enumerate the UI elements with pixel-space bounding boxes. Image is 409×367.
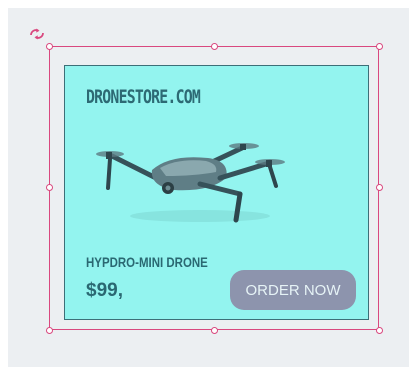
rotate-icon[interactable]: [29, 28, 45, 40]
selection-frame[interactable]: [49, 46, 379, 330]
resize-handle-bottom-left[interactable]: [46, 327, 53, 334]
resize-handle-right[interactable]: [376, 184, 383, 191]
resize-handle-top-left[interactable]: [46, 43, 53, 50]
resize-handle-top-right[interactable]: [376, 43, 383, 50]
resize-handle-left[interactable]: [46, 184, 53, 191]
resize-handle-bottom-right[interactable]: [376, 327, 383, 334]
resize-handle-top[interactable]: [211, 43, 218, 50]
resize-handle-bottom[interactable]: [211, 327, 218, 334]
